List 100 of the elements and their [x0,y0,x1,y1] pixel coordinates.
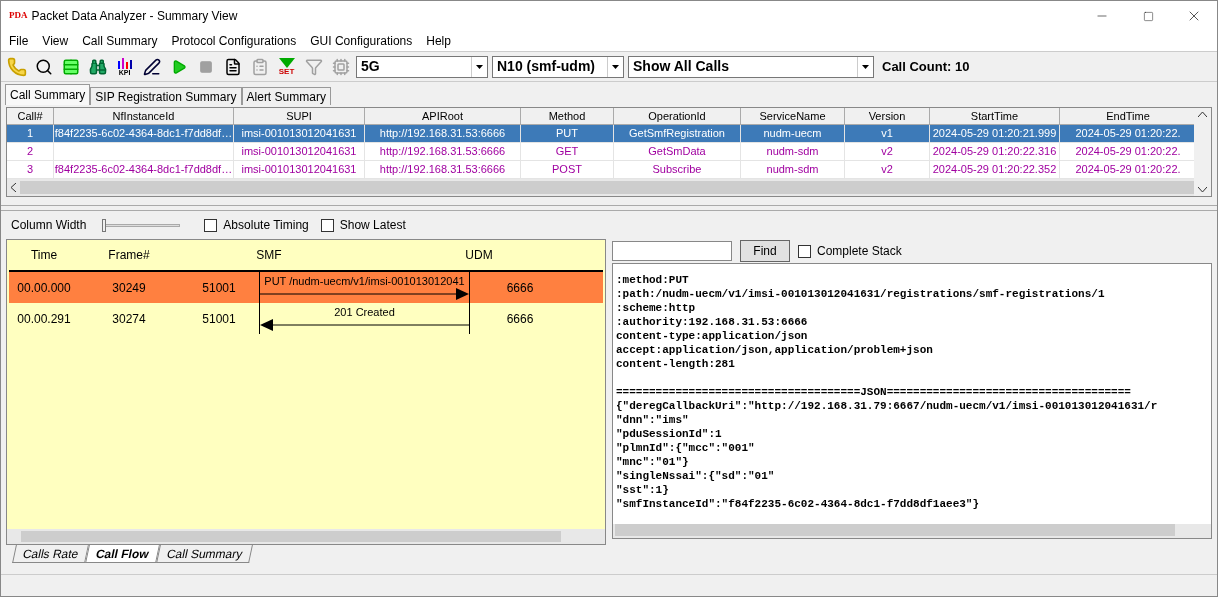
menu-item[interactable]: View [42,32,69,50]
detail-line: "singleNssai":{"sd":"01" [616,470,775,482]
port-number: 51001 [201,310,237,328]
horizontal-scrollbar[interactable] [613,524,1211,538]
table-cell-text: 2 [26,144,34,160]
scroll-up-icon[interactable] [1198,112,1207,117]
port-number: 6666 [505,279,535,297]
tab[interactable]: Call Summary [5,84,91,105]
slider-thumb[interactable] [102,218,107,232]
table-cell-text: v2 [881,144,893,160]
table-row[interactable]: 1 f84f2235-6c02-4364-8dc1-f7dd8df… imsi-001013012041631 http://192.168.31.53:6666 PUT GetSmfRegistration nudm-uecm v1 2024-05-29 01:20:21.999 2024-05-29 01:20:22. [7,125,1194,143]
table-cell-text: GetSmData [648,144,706,160]
horizontal-scrollbar[interactable] [7,179,1194,196]
time-text: 00.00.291 [16,310,72,328]
table-cell-text: PUT [556,126,578,142]
frame-number: 30249 [111,279,147,297]
table-cell-text: f84f2235-6c02-4364-8dc1-f7dd8df… [54,162,233,178]
detail-line: "dnn":"ims" [616,414,689,426]
menu-item[interactable]: Protocol Configurations [171,32,297,50]
dropdown[interactable]: N10 (smf-udm) [492,55,624,78]
table-cell-text: 2024-05-29 01:20:21.999 [932,126,1057,142]
detail-line: content-length:281 [616,358,735,370]
checkbox[interactable] [798,244,811,258]
table-cell-text: GetSmfRegistration [629,126,725,142]
slider-track[interactable] [102,217,181,233]
vertical-scrollbar[interactable] [1194,108,1211,196]
detail-line: :authority:192.168.31.53:6666 [616,316,808,328]
table-cell-text: v1 [881,126,893,142]
detail-line: =====================================JSON===================================== [616,386,1131,398]
column-header: Frame# [107,247,151,264]
call-count: Call Count: 10 [882,57,970,76]
detail-line: :path:/nudm-uecm/v1/imsi-001013012041631/registrations/smf-registrations/1 [616,288,1105,300]
table-cell-text: http://192.168.31.53:6666 [379,126,506,142]
dropdown[interactable]: 5G [356,55,488,78]
table-cell-text: v2 [881,162,893,178]
table-cell-text: Subscribe [652,162,702,178]
time-text: 00.00.000 [16,279,72,297]
menu-item[interactable]: Help [426,32,451,50]
checkbox[interactable] [204,218,218,232]
table-cell-text: f84f2235-6c02-4364-8dc1-f7dd8df… [54,126,233,142]
horizontal-scrollbar[interactable] [7,529,605,544]
find-button[interactable]: Find [740,240,790,262]
message-label: 201 Created [333,306,396,318]
lifeline-label: UDM [464,247,494,264]
window-title: Packet Data Analyzer - Summary View [31,8,238,25]
tab[interactable]: Call Flow [85,545,160,563]
checkbox[interactable] [320,218,334,232]
tab[interactable]: Calls Rate [12,545,90,563]
table-cell-text: 2024-05-29 01:20:22.352 [932,162,1057,178]
table-cell-text: imsi-001013012041631 [241,144,357,160]
table-cell-text: 2024-05-29 01:20:22. [1075,162,1181,178]
table-cell-text: imsi-001013012041631 [241,162,357,178]
detail-line: "plmnId":{"mcc":"001" [616,442,755,454]
detail-line: {"deregCallbackUri":"http://192.168.31.79:6667/nudm-uecm/v1/imsi-001013012041631/r [616,400,1158,412]
message-row[interactable]: 00.00.000 30249 51001 PUT /nudm-uecm/v1/imsi-001013012041 6666 [9,272,603,303]
table-cell-text: imsi-001013012041631 [241,126,357,142]
tab[interactable]: SIP Registration Summary [90,87,242,105]
table-cell-text: GET [555,144,579,160]
detail-line: "pduSessionId":1 [616,428,722,440]
table-cell-text: 2024-05-29 01:20:22. [1075,126,1181,142]
menu-item[interactable]: File [9,32,29,50]
tab[interactable]: Alert Summary [241,87,331,105]
menu-item[interactable]: GUI Configurations [310,32,413,50]
checkbox-label: Complete Stack [817,243,902,260]
detail-line: "sst":1} [616,484,669,496]
detail-line: :scheme:http [616,302,696,314]
detail-line: accept:application/json,application/problem+json [616,344,933,356]
dropdown[interactable]: Show All Calls [628,55,874,78]
port-number: 51001 [201,279,237,297]
checkbox-label: Absolute Timing [223,217,309,234]
table-row[interactable]: 3 f84f2235-6c02-4364-8dc1-f7dd8df… imsi-001013012041631 http://192.168.31.53:6666 POST Subscribe nudm-sdm v2 2024-05-29 01:20:22.352 2024-05-29 01:20:22. [7,161,1194,179]
table-cell-text: 2024-05-29 01:20:22.316 [932,144,1057,160]
port-number: 6666 [505,310,535,328]
detail-line: :method:PUT [616,274,689,286]
detail-line: "smfInstanceId":"f84f2235-6c02-4364-8dc1-f7dd8df1aee3"} [616,498,980,510]
table-cell-text: http://192.168.31.53:6666 [379,162,506,178]
column-header: Time [29,247,59,264]
menu-item[interactable]: Call Summary [82,32,158,50]
detail-line: "mnc":"01"} [616,456,689,468]
table-cell-text: http://192.168.31.53:6666 [379,144,506,160]
message-label: PUT /nudm-uecm/v1/imsi-001013012041 [263,275,466,287]
table-cell-text: 2024-05-29 01:20:22. [1075,144,1181,160]
table-cell-text: nudm-sdm [766,162,819,178]
table-cell-text: 1 [26,126,34,142]
detail-line: content-type:application/json [616,330,808,342]
message-row[interactable]: 00.00.291 30274 51001 201 Created 6666 [9,303,603,334]
lifeline-label: SMF [255,247,283,264]
tab[interactable]: Call Summary [156,545,254,563]
scroll-down-icon[interactable] [1198,187,1207,192]
table-cell-text: nudm-uecm [763,126,822,142]
slider-label: Column Width [11,217,87,234]
search-field[interactable] [612,241,732,261]
table-cell-text: 3 [26,162,34,178]
frame-number: 30274 [111,310,147,328]
table-cell-text: nudm-sdm [766,144,819,160]
table-row[interactable]: 2 imsi-001013012041631 http://192.168.31.53:6666 GET GetSmData nudm-sdm v2 2024-05-29 01:20:22.316 2024-05-29 01:20:22. [7,143,1194,161]
app-logo: PDA [9,9,28,23]
scroll-left-icon[interactable] [11,183,16,192]
checkbox-label: Show Latest [339,217,406,234]
table-cell-text: POST [552,162,582,178]
